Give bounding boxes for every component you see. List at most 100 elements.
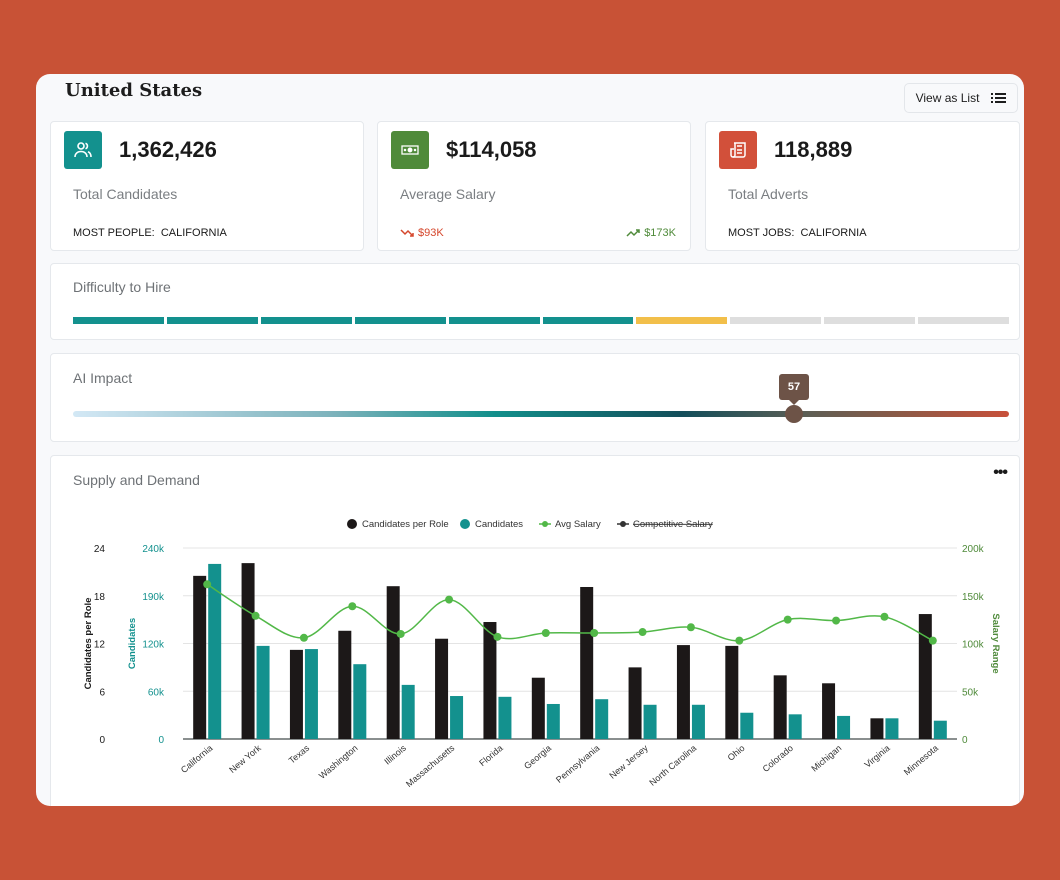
bar-candidates-per-role (435, 638, 449, 739)
avg-salary-point (396, 629, 405, 638)
right-tick-label: 50k (962, 687, 979, 698)
avg-salary-point (638, 628, 647, 637)
total-adverts-card: 118,889 Total Adverts MOST JOBS: CALIFOR… (705, 121, 1020, 251)
ai-impact-value-tooltip: 57 (778, 374, 809, 405)
salary-low: $93K (400, 227, 444, 239)
avg-salary-point (783, 615, 792, 624)
right-axis-title: Salary Range (990, 613, 1001, 673)
most-jobs-key: MOST JOBS: (728, 227, 795, 239)
left1-axis-title: Candidates per Role (83, 598, 94, 690)
legend-marker (460, 519, 470, 529)
ai-impact-slider-track[interactable] (73, 411, 1009, 417)
left1-tick-label: 18 (94, 592, 106, 603)
view-as-list-button[interactable]: View as List (904, 83, 1018, 113)
legend-label[interactable]: Avg Salary (555, 519, 601, 530)
legend-label[interactable]: Competitive Salary (633, 519, 713, 530)
x-tick-label: Georgia (522, 743, 553, 771)
legend-marker (620, 521, 626, 527)
legend-label[interactable]: Candidates (475, 519, 523, 530)
difficulty-to-hire-card: Difficulty to Hire (50, 263, 1020, 340)
bar-candidates (401, 684, 415, 739)
bar-candidates (788, 714, 802, 739)
supply-demand-chart: 0 0 0 6 60k 50k 12 120k 100k 18 190k 150k 24 240k 200k… (83, 519, 1001, 789)
ai-impact-card: AI Impact 57 (50, 353, 1020, 442)
left2-tick-label: 190k (142, 592, 165, 603)
left2-tick-label: 60k (148, 687, 165, 698)
most-people-value: CALIFORNIA (160, 227, 227, 239)
most-people-footer: MOST PEOPLE: CALIFORNIA (73, 227, 227, 239)
bar-candidates-per-role (531, 677, 545, 739)
bar-candidates (256, 645, 270, 739)
avg-salary-point (493, 632, 502, 641)
bar-candidates (450, 696, 464, 739)
x-tick-label: Michigan (809, 743, 843, 774)
newspaper-icon (719, 131, 757, 169)
left1-tick-label: 12 (94, 640, 106, 651)
avg-salary-point (832, 616, 841, 625)
left1-tick-label: 6 (99, 687, 105, 698)
left2-axis-title: Candidates (127, 618, 138, 669)
trend-up-icon (626, 229, 640, 237)
bar-candidates (885, 718, 899, 739)
ai-impact-title: AI Impact (73, 370, 133, 386)
total-adverts-value: 118,889 (774, 137, 853, 162)
bar-candidates (353, 664, 367, 739)
avg-salary-point (348, 602, 357, 611)
dashboard-panel: United States View as List 1,362,426 Tot… (36, 74, 1024, 806)
bar-candidates (498, 696, 512, 739)
right-tick-label: 0 (962, 735, 968, 746)
left2-tick-label: 120k (142, 640, 165, 651)
left2-tick-label: 240k (142, 544, 165, 555)
left2-tick-label: 0 (158, 735, 164, 746)
total-candidates-value: 1,362,426 (119, 137, 217, 162)
bar-candidates (595, 699, 609, 739)
page-title: United States (65, 80, 203, 101)
average-salary-label: Average Salary (400, 186, 496, 202)
bar-candidates-per-role (338, 630, 352, 739)
bar-candidates (643, 704, 657, 739)
bar-candidates-per-role (628, 667, 642, 739)
difficulty-segment (918, 317, 1010, 324)
avg-salary-point (541, 628, 550, 637)
difficulty-segment (260, 317, 352, 324)
avg-salary-point (445, 595, 454, 604)
right-tick-label: 200k (962, 544, 985, 555)
right-tick-label: 100k (962, 640, 985, 651)
salary-high: $173K (626, 227, 676, 239)
salary-high-value: $173K (644, 227, 676, 239)
ai-impact-slider-thumb[interactable] (784, 405, 803, 423)
view-as-list-label: View as List (915, 91, 980, 105)
left1-tick-label: 0 (99, 735, 105, 746)
legend-label[interactable]: Candidates per Role (362, 519, 449, 530)
right-tick-label: 150k (962, 592, 985, 603)
salary-low-value: $93K (418, 227, 444, 239)
bar-candidates-per-role (483, 622, 497, 739)
avg-salary-point (590, 628, 599, 637)
bar-candidates-per-role (870, 718, 884, 739)
bar-candidates-per-role (725, 645, 739, 739)
avg-salary-point (928, 636, 937, 645)
bar-candidates-per-role (580, 586, 594, 739)
total-adverts-label: Total Adverts (728, 186, 809, 202)
difficulty-title: Difficulty to Hire (73, 279, 171, 295)
bar-candidates (740, 712, 754, 739)
x-tick-label: Washington (317, 743, 360, 781)
bar-candidates-per-role (241, 563, 255, 739)
difficulty-segment (354, 317, 446, 324)
difficulty-segment (542, 317, 634, 324)
total-candidates-label: Total Candidates (73, 186, 178, 202)
x-tick-label: New York (227, 743, 263, 775)
x-tick-label: Virginia (862, 743, 891, 770)
difficulty-segment (448, 317, 540, 324)
x-tick-label: Texas (287, 743, 312, 766)
bar-candidates-per-role (386, 586, 400, 739)
x-tick-label: Illinois (382, 743, 408, 767)
supply-demand-card: Supply and Demand ••• 0 0 0 6 60k 50k 12 120k 10… (50, 455, 1020, 806)
avg-salary-point (203, 580, 212, 589)
average-salary-card: $114,058 Average Salary $93K $173K (377, 121, 691, 251)
x-tick-label: Colorado (761, 743, 795, 774)
x-tick-label: Minnesota (902, 743, 940, 777)
most-jobs-footer: MOST JOBS: CALIFORNIA (728, 227, 867, 239)
x-tick-label: Ohio (726, 743, 747, 763)
difficulty-segment (636, 317, 728, 324)
